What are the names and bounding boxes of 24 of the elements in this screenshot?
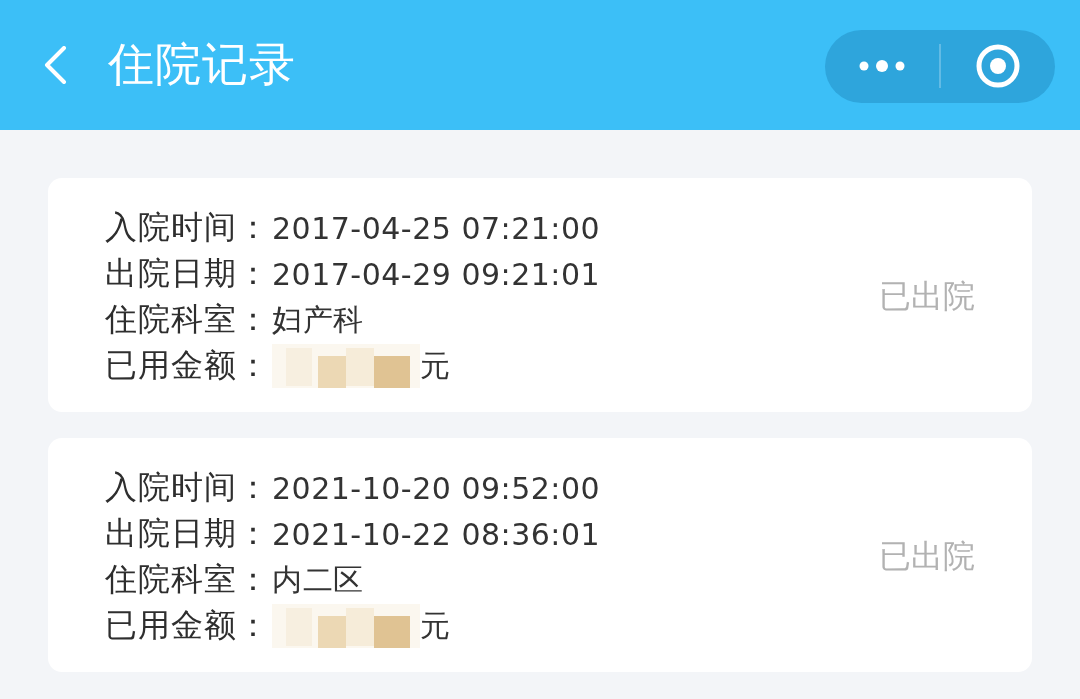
field-label: 入院时间：: [105, 207, 271, 248]
field-value: 2017-04-29 09:21:01: [272, 256, 601, 292]
page-title: 住院记录: [108, 37, 297, 93]
field-value: 2017-04-25 07:21:00: [272, 210, 601, 246]
field-label: 已用金额：: [105, 605, 271, 646]
field-value: 2021-10-22 08:36:01: [272, 516, 601, 552]
field-label: 住院科室：: [105, 559, 271, 600]
field-label: 出院日期：: [105, 513, 271, 554]
field-value: 2021-10-20 09:52:00: [272, 470, 601, 506]
field-value: 元: [420, 606, 451, 645]
field-label: 入院时间：: [105, 467, 271, 508]
more-dots-icon: [859, 60, 905, 72]
record-card[interactable]: 入院时间：2021-10-20 09:52:00 出院日期：2021-10-22 08:36:01 住院科室：内二区 已用金额： 元 已出院: [48, 438, 1032, 672]
chevron-left-icon: [43, 46, 67, 84]
status-label: 已出院: [879, 276, 975, 317]
status-label: 已出院: [879, 536, 975, 577]
field-label: 已用金额：: [105, 345, 271, 386]
field-label: 出院日期：: [105, 253, 271, 294]
field-value: 元: [420, 346, 451, 385]
target-circle-icon: [976, 44, 1020, 88]
field-value: 妇产科: [272, 300, 364, 339]
field-label: 住院科室：: [105, 299, 271, 340]
record-card[interactable]: 入院时间：2017-04-25 07:21:00 出院日期：2017-04-29 09:21:01 住院科室：妇产科 已用金额： 元 已出院: [48, 178, 1032, 412]
field-value: 内二区: [272, 560, 364, 599]
